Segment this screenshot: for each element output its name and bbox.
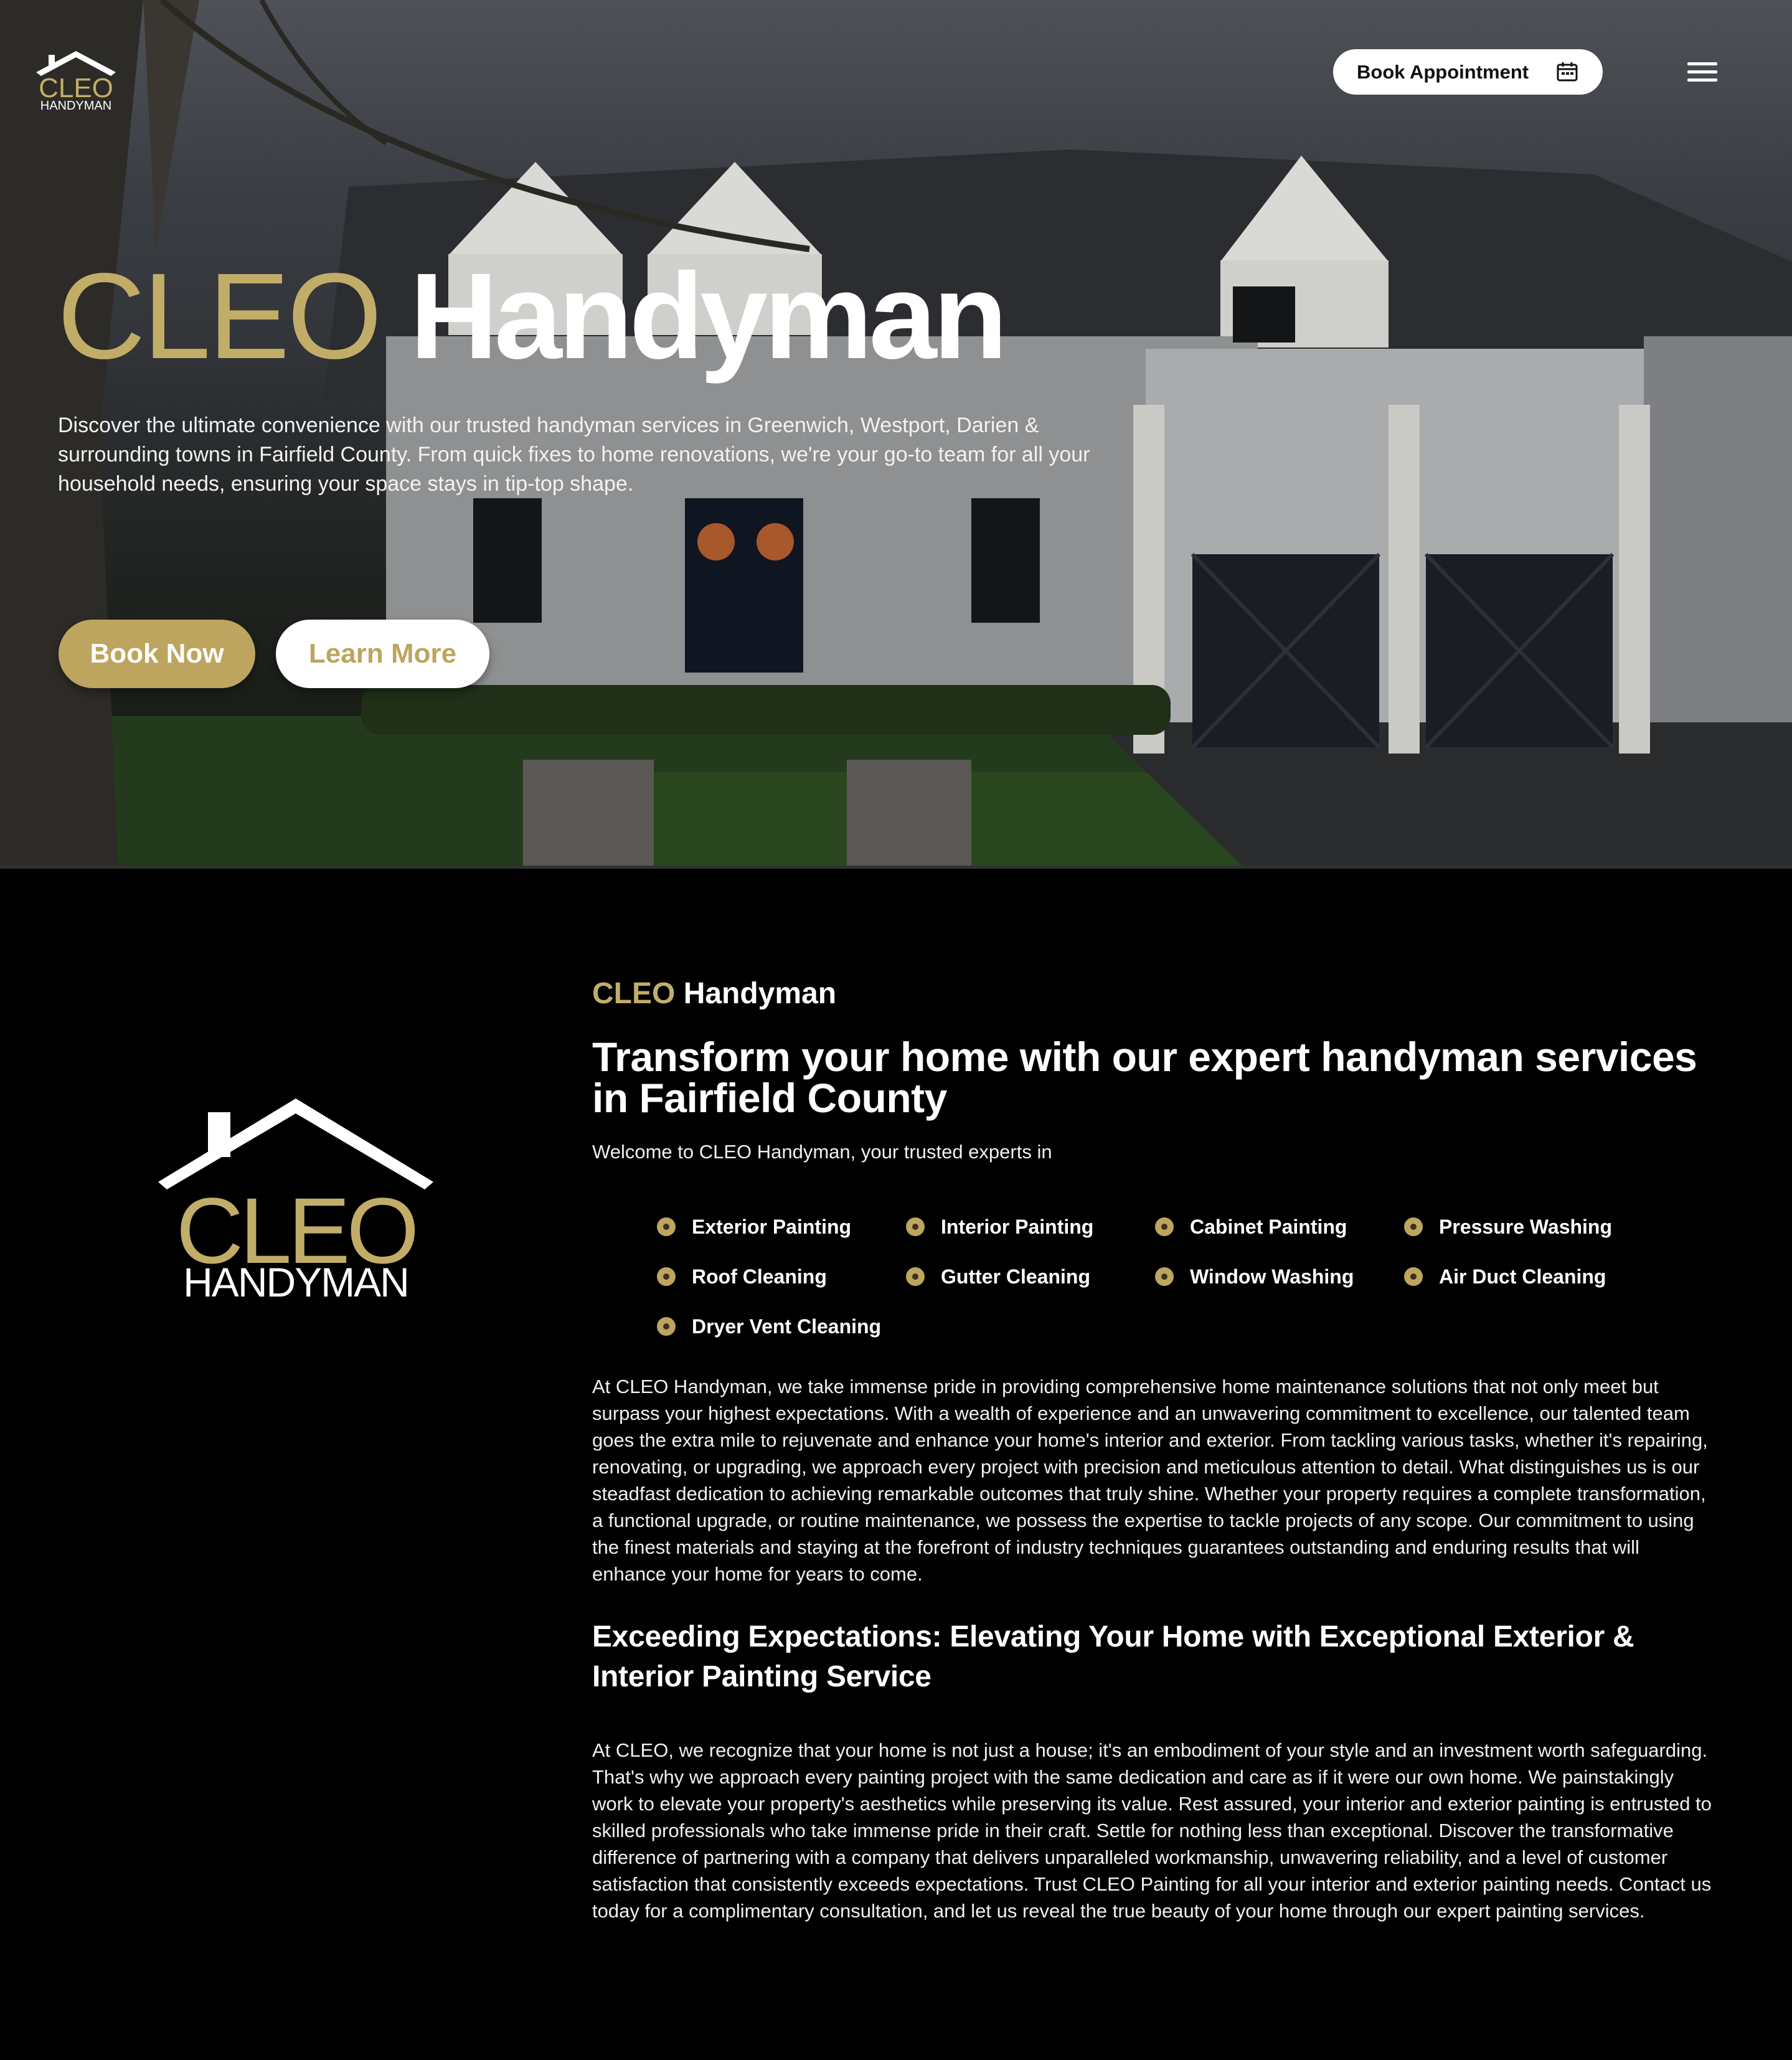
hero-divider	[0, 866, 1792, 869]
bullet-icon	[906, 1217, 925, 1236]
hamburger-menu-icon[interactable]	[1687, 62, 1717, 85]
service-label: Interior Painting	[941, 1215, 1094, 1238]
hero-description: Discover the ultimate convenience with o…	[58, 413, 1090, 496]
book-appointment-button[interactable]: Book Appointment	[1333, 49, 1603, 95]
service-label: Air Duct Cleaning	[1439, 1265, 1606, 1288]
bullet-icon	[657, 1217, 676, 1236]
hero-section: CLEO HANDYMAN Book Appointment CLEO Hand…	[0, 0, 1792, 869]
brand-label-gold: CLEO	[592, 977, 676, 1010]
service-item: Dryer Vent Cleaning	[657, 1314, 906, 1339]
painting-paragraph: At CLEO, we recognize that your home is …	[592, 1739, 1712, 1922]
hero-title: CLEO Handyman	[57, 255, 1007, 377]
svg-text:HANDYMAN: HANDYMAN	[40, 99, 111, 113]
services-list: Exterior Painting Interior Painting Cabi…	[657, 1214, 1666, 1339]
bullet-icon	[657, 1267, 676, 1286]
brand-label-white: Handyman	[683, 977, 837, 1010]
bullet-icon	[906, 1267, 925, 1286]
learn-more-button[interactable]: Learn More	[276, 620, 489, 688]
book-appointment-label: Book Appointment	[1357, 60, 1529, 83]
service-label: Exterior Painting	[692, 1215, 852, 1238]
service-label: Roof Cleaning	[692, 1265, 827, 1288]
bullet-icon	[1155, 1267, 1174, 1286]
about-paragraph: At CLEO Handyman, we take immense pride …	[592, 1376, 1708, 1585]
service-label: Dryer Vent Cleaning	[692, 1315, 882, 1338]
service-item: Roof Cleaning	[657, 1264, 906, 1289]
service-label: Cabinet Painting	[1190, 1215, 1347, 1238]
cleo-handyman-large-logo: CLEO HANDYMAN	[158, 1099, 433, 1302]
cleo-handyman-logo[interactable]: CLEO HANDYMAN	[32, 49, 120, 113]
section-brand-label: CLEO Handyman	[592, 976, 836, 1011]
bullet-icon	[1404, 1217, 1423, 1236]
service-item: Interior Painting	[906, 1214, 1155, 1239]
service-label: Gutter Cleaning	[941, 1265, 1091, 1288]
painting-subheading: Exceeding Expectations: Elevating Your H…	[592, 1620, 1634, 1693]
svg-text:HANDYMAN: HANDYMAN	[183, 1259, 408, 1302]
service-item: Window Washing	[1155, 1264, 1404, 1289]
bullet-icon	[1404, 1267, 1423, 1286]
service-item: Pressure Washing	[1404, 1214, 1653, 1239]
book-now-button[interactable]: Book Now	[59, 620, 255, 688]
service-item: Exterior Painting	[657, 1214, 906, 1239]
bullet-icon	[1155, 1217, 1174, 1236]
hero-title-brand: CLEO	[57, 248, 382, 384]
service-label: Window Washing	[1190, 1265, 1354, 1288]
section-headline: Transform your home with our expert hand…	[592, 1034, 1697, 1121]
service-label: Pressure Washing	[1439, 1215, 1613, 1238]
service-item: Cabinet Painting	[1155, 1214, 1404, 1239]
bullet-icon	[657, 1317, 676, 1336]
calendar-icon	[1557, 62, 1578, 82]
welcome-text: Welcome to CLEO Handyman, your trusted e…	[592, 1141, 1052, 1163]
hero-title-word: Handyman	[410, 248, 1007, 384]
service-item: Gutter Cleaning	[906, 1264, 1155, 1289]
service-item: Air Duct Cleaning	[1404, 1264, 1653, 1289]
